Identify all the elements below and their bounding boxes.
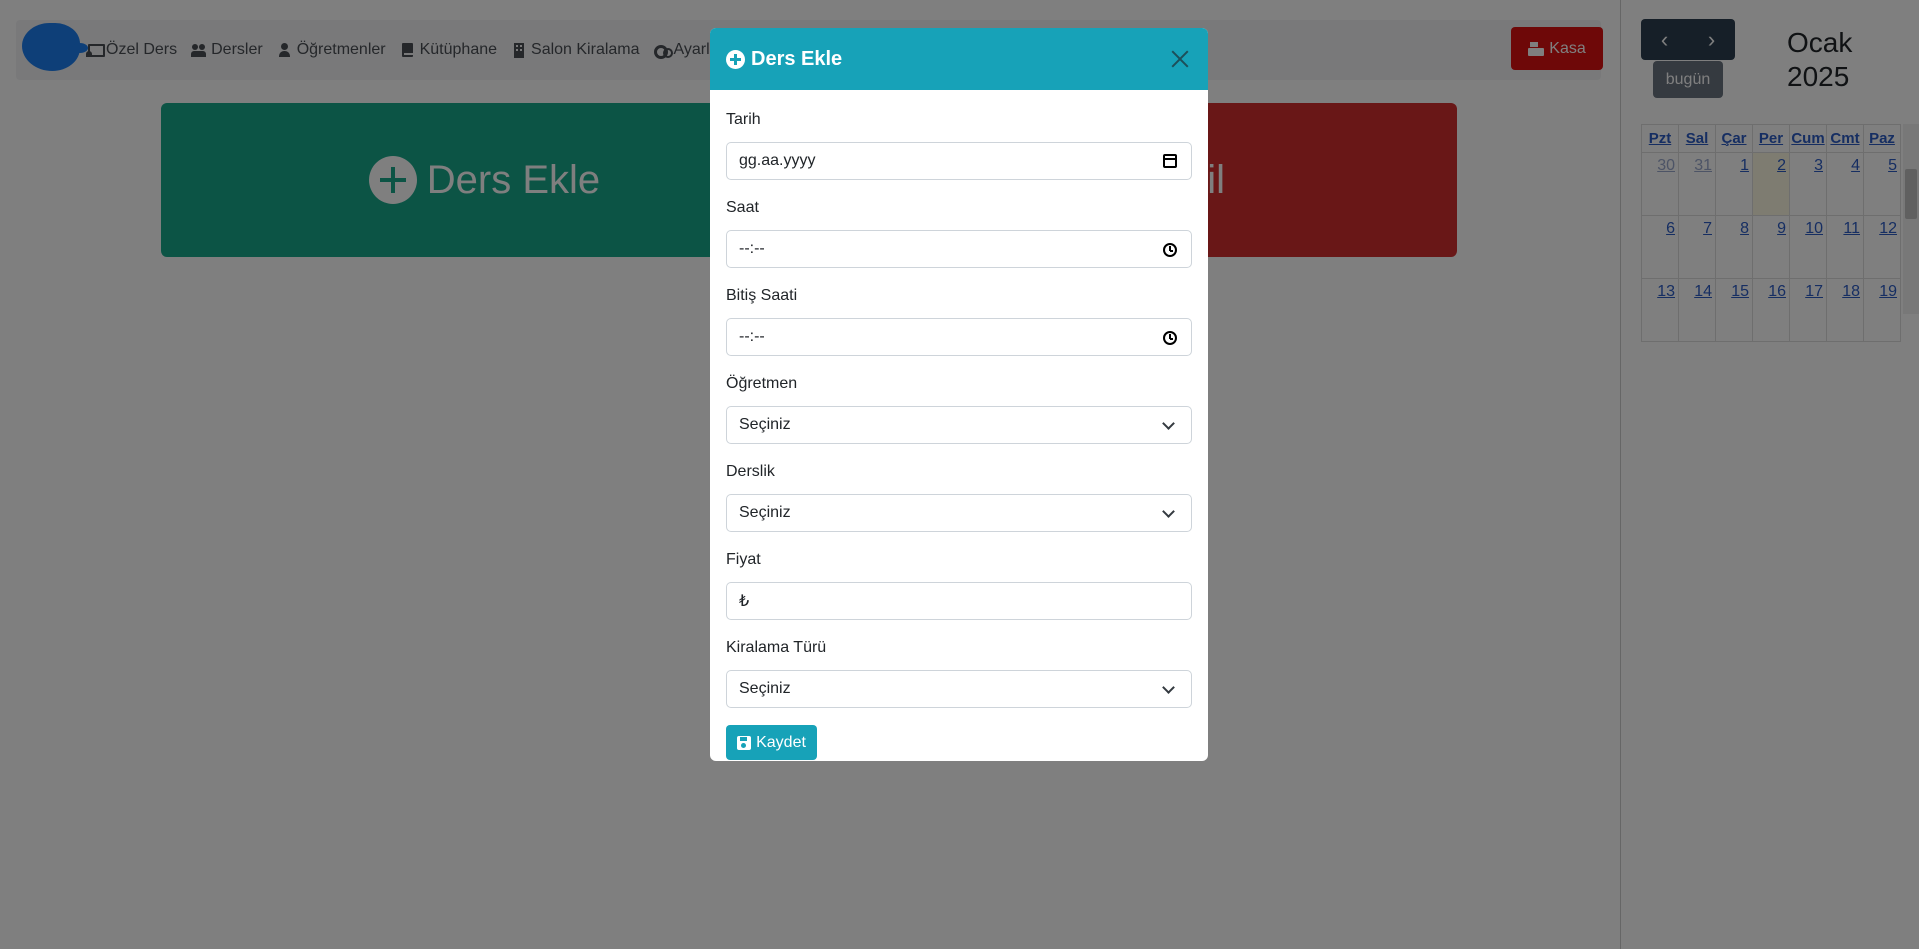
time-field-group: Saat --:--: [726, 198, 1192, 268]
save-button-label: Kaydet: [756, 733, 806, 751]
date-placeholder: gg.aa.yyyy: [739, 152, 816, 169]
price-placeholder: ₺: [739, 593, 750, 610]
teacher-label: Öğretmen: [726, 375, 798, 392]
time-label: Saat: [726, 199, 759, 216]
date-field-group: Tarih gg.aa.yyyy: [726, 110, 1192, 180]
time-input[interactable]: --:--: [726, 230, 1192, 268]
price-label: Fiyat: [726, 551, 761, 568]
close-icon[interactable]: [1168, 47, 1192, 71]
save-button[interactable]: Kaydet: [726, 725, 817, 760]
time-placeholder: --:--: [739, 240, 765, 257]
price-input[interactable]: ₺: [726, 582, 1192, 620]
teacher-select[interactable]: Seçiniz: [726, 406, 1192, 444]
rental-type-field-group: Kiralama Türü Seçiniz: [726, 638, 1192, 708]
modal-body: Tarih gg.aa.yyyy Saat --:-- Bitiş Saati …: [710, 90, 1208, 760]
add-lesson-modal: Ders Ekle Tarih gg.aa.yyyy Saat --:-- Bi…: [710, 28, 1208, 761]
classroom-field-group: Derslik Seçiniz: [726, 462, 1192, 532]
classroom-select-value: Seçiniz: [739, 504, 791, 521]
chevron-down-icon: [1162, 681, 1175, 694]
modal-title: Ders Ekle: [751, 47, 843, 70]
end-time-field-group: Bitiş Saati --:--: [726, 286, 1192, 356]
date-input[interactable]: gg.aa.yyyy: [726, 142, 1192, 180]
clock-icon[interactable]: [1163, 331, 1177, 345]
end-time-label: Bitiş Saati: [726, 287, 798, 304]
teacher-field-group: Öğretmen Seçiniz: [726, 374, 1192, 444]
save-icon: [737, 735, 752, 750]
chevron-down-icon: [1162, 417, 1175, 430]
end-time-placeholder: --:--: [739, 328, 765, 345]
calendar-icon[interactable]: [1163, 154, 1177, 168]
plus-circle-icon: [726, 49, 745, 69]
rental-type-label: Kiralama Türü: [726, 639, 827, 656]
classroom-label: Derslik: [726, 463, 775, 480]
modal-header: Ders Ekle: [710, 28, 1208, 90]
end-time-input[interactable]: --:--: [726, 318, 1192, 356]
chevron-down-icon: [1162, 505, 1175, 518]
rental-type-select-value: Seçiniz: [739, 680, 791, 697]
rental-type-select[interactable]: Seçiniz: [726, 670, 1192, 708]
price-field-group: Fiyat ₺: [726, 550, 1192, 620]
teacher-select-value: Seçiniz: [739, 416, 791, 433]
classroom-select[interactable]: Seçiniz: [726, 494, 1192, 532]
clock-icon[interactable]: [1163, 243, 1177, 257]
date-label: Tarih: [726, 111, 761, 128]
